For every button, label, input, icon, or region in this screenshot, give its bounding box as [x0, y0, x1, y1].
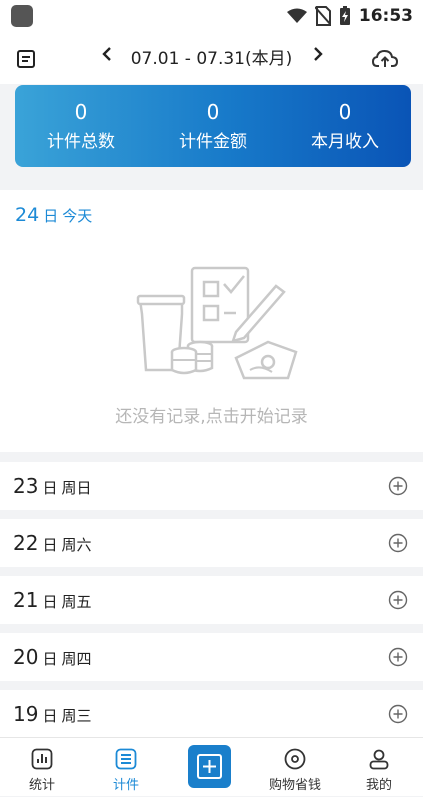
add-record-icon[interactable]: [388, 590, 408, 610]
today-date: 24 日今天: [15, 204, 92, 226]
summary-value: 0: [338, 100, 352, 124]
weekday-label: 周三: [61, 707, 92, 725]
coin-icon: [282, 746, 308, 772]
chart-icon: [29, 746, 55, 772]
tab-label: 购物省钱: [268, 778, 321, 793]
day-unit: 日: [42, 707, 58, 725]
day-unit: 日: [42, 479, 58, 497]
summary-label: 计件总数: [47, 132, 115, 152]
add-icon: [197, 754, 222, 779]
add-record-icon[interactable]: [388, 476, 408, 496]
day-row[interactable]: 20 日周四: [0, 633, 423, 681]
add-record-icon[interactable]: [388, 647, 408, 667]
battery-charging-icon: [339, 6, 350, 25]
weekday-label: 周四: [61, 650, 92, 668]
day-number: 22: [13, 531, 39, 555]
day-number: 20: [13, 645, 39, 669]
day-unit: 日: [43, 207, 59, 225]
add-record-icon[interactable]: [388, 533, 408, 553]
summary-value: 0: [206, 100, 220, 124]
day-number: 21: [13, 588, 39, 612]
tab-piecework[interactable]: 计件: [84, 738, 168, 797]
wifi-icon: [286, 8, 307, 23]
weekday-label: 今天: [62, 207, 93, 225]
summary-value: 0: [74, 100, 88, 124]
day-unit: 日: [42, 593, 58, 611]
weekday-label: 周六: [61, 536, 92, 554]
status-time: 16:53: [358, 6, 413, 26]
chevron-right-icon: [314, 47, 323, 61]
empty-records-text[interactable]: 还没有记录,点击开始记录: [0, 402, 423, 427]
weekday-label: 周日: [61, 479, 92, 497]
add-record-icon[interactable]: [388, 704, 408, 724]
day-row[interactable]: 22 日周六: [0, 519, 423, 567]
day-row[interactable]: 21 日周五: [0, 576, 423, 624]
day-unit: 日: [42, 650, 58, 668]
status-bar: 16:53: [0, 0, 423, 32]
tab-label: 计件: [112, 778, 139, 793]
header: 07.01 - 07.31(本月): [0, 32, 423, 84]
day-number: 24: [15, 204, 40, 226]
app-notification-icon: [11, 5, 33, 27]
day-number: 23: [13, 474, 39, 498]
period-label[interactable]: 07.01 - 07.31(本月): [0, 44, 423, 69]
list-icon: [113, 746, 139, 772]
tab-statistics[interactable]: 统计: [0, 738, 84, 797]
next-period-button[interactable]: [312, 44, 324, 69]
summary-label: 计件金额: [179, 132, 247, 152]
summary-banner: 0 计件总数 0 计件金额 0 本月收入: [15, 85, 411, 167]
tab-mine[interactable]: 我的: [337, 738, 421, 797]
add-record-button[interactable]: [188, 745, 231, 788]
summary-total-count[interactable]: 0 计件总数: [15, 85, 147, 167]
summary-label: 本月收入: [311, 132, 379, 152]
cloud-upload-icon[interactable]: [370, 46, 400, 72]
day-unit: 日: [42, 536, 58, 554]
tab-label: 我的: [365, 778, 392, 793]
day-row[interactable]: 19 日周三: [0, 690, 423, 738]
today-section[interactable]: 24 日今天 还没有记录,点击开始记录: [0, 190, 423, 452]
day-number: 19: [13, 702, 39, 726]
tab-shopping-savings[interactable]: 购物省钱: [253, 738, 337, 797]
summary-month-income[interactable]: 0 本月收入: [279, 85, 411, 167]
user-icon: [366, 746, 392, 772]
no-sim-icon: [314, 6, 331, 26]
day-row[interactable]: 23 日周日: [0, 462, 423, 510]
tab-label: 统计: [28, 778, 55, 793]
summary-total-amount[interactable]: 0 计件金额: [147, 85, 279, 167]
weekday-label: 周五: [61, 593, 92, 611]
empty-records-illustration: [136, 266, 298, 380]
